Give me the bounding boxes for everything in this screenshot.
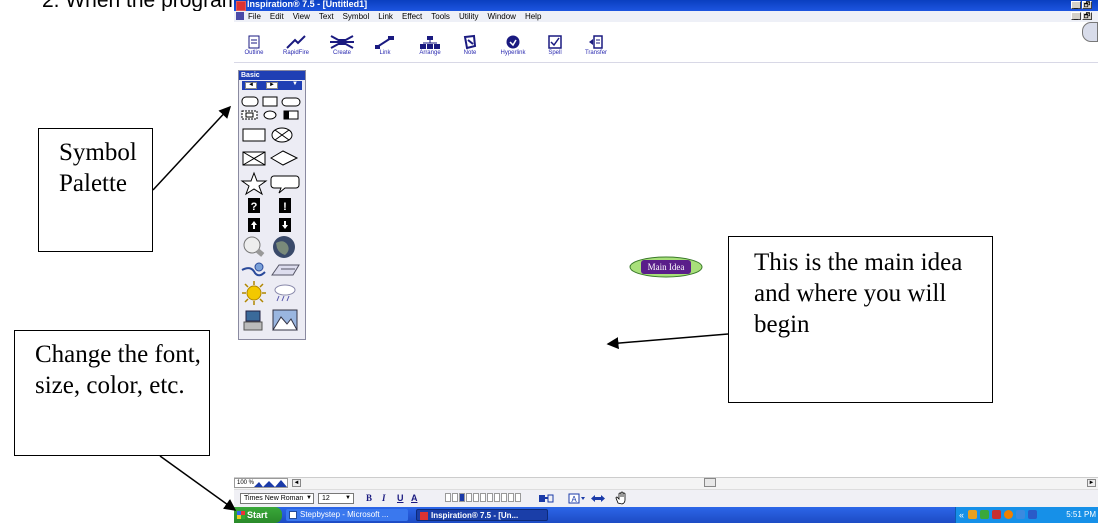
callout-arrows bbox=[152, 105, 729, 511]
palette-arrow bbox=[152, 105, 232, 191]
formatting-arrow bbox=[159, 455, 237, 511]
main-idea-arrow bbox=[606, 333, 729, 350]
